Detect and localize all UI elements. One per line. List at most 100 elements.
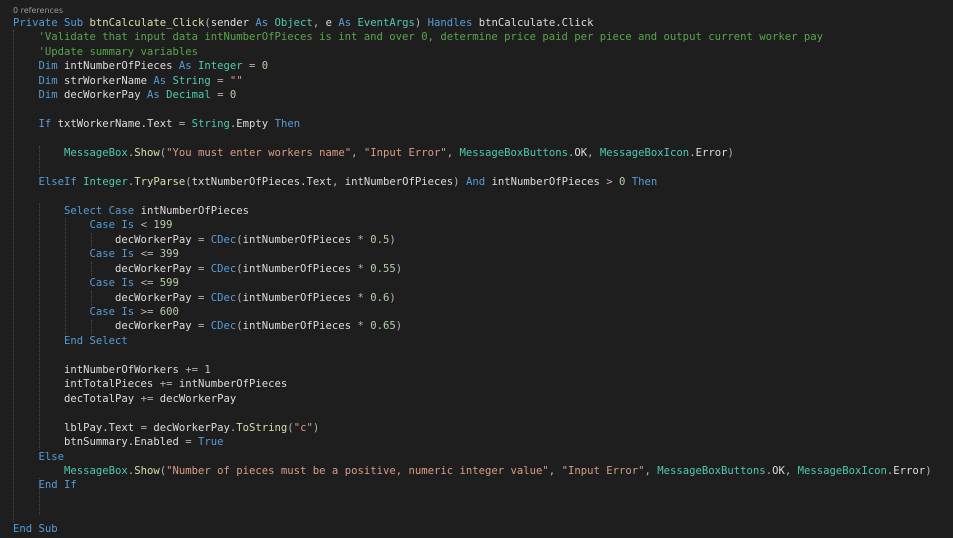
code-line[interactable]: Dim decWorkerPay As Decimal = 0 [0, 88, 953, 102]
code-token: MessageBoxIcon [599, 147, 690, 160]
code-token: TryParse [134, 175, 186, 188]
code-token: intNumberOfPieces [64, 60, 179, 73]
code-line[interactable]: decWorkerPay = CDec(intNumberOfPieces * … [0, 233, 953, 247]
code-token: Show [134, 464, 160, 477]
code-token: sender [210, 17, 256, 29]
code-token: String [191, 118, 230, 131]
code-token: = [197, 320, 211, 333]
code-token: = [217, 89, 230, 102]
code-line[interactable]: If txtWorkerName.Text = String.Empty The… [0, 117, 953, 131]
code-token: intNumberOfWorkers [13, 363, 186, 376]
code-token: btnSummary.Enabled [13, 436, 186, 449]
code-token: Integer [83, 175, 128, 188]
code-token: ) [414, 17, 428, 29]
code-token: CDec [210, 262, 237, 275]
code-line[interactable]: Case Is <= 599 [0, 276, 953, 290]
code-line[interactable]: ElseIf Integer.TryParse(txtNumberOfPiece… [0, 175, 953, 189]
code-line[interactable]: Dim intNumberOfPieces As Integer = 0 [0, 59, 953, 73]
code-line[interactable]: decWorkerPay = CDec(intNumberOfPieces * … [0, 262, 953, 276]
code-token: = [249, 60, 262, 73]
code-token: CDec [210, 320, 237, 333]
code-line[interactable] [0, 189, 953, 203]
code-line[interactable]: intNumberOfWorkers += 1 [0, 363, 953, 377]
code-line[interactable]: MessageBox.Show("Number of pieces must b… [0, 464, 953, 478]
code-token: 600 [159, 306, 179, 318]
code-line[interactable]: Case Is >= 600 [0, 305, 953, 319]
code-line[interactable] [0, 507, 953, 521]
code-token: 0.5 [370, 233, 390, 246]
code-token: MessageBoxButtons [459, 147, 568, 160]
code-line[interactable]: decWorkerPay = CDec(intNumberOfPieces * … [0, 319, 953, 333]
code-token: = [217, 74, 230, 87]
code-token: 0 [229, 89, 237, 102]
code-token: Case Is [13, 277, 141, 290]
code-token: If [13, 118, 58, 131]
code-token: ) [312, 421, 320, 434]
code-line[interactable]: Else [0, 450, 953, 464]
code-line[interactable]: Select Case intNumberOfPieces [0, 204, 953, 218]
code-token: 'Update summary variables [13, 45, 198, 58]
code-token: 1 [204, 363, 211, 376]
code-token: decWorkerPay [153, 421, 230, 434]
code-token: Case Is [13, 248, 141, 261]
code-line[interactable]: 'Validate that input data intNumberOfPie… [0, 30, 953, 44]
code-token: * [357, 233, 371, 246]
code-token: = [197, 262, 211, 275]
code-token: "Input Error" [561, 464, 645, 477]
code-token: EventArgs [357, 17, 415, 29]
code-line[interactable] [0, 132, 953, 146]
code-token: OK [574, 147, 588, 160]
code-line[interactable]: Dim strWorkerName As String = "" [0, 74, 953, 88]
code-token: CDec [210, 291, 237, 304]
code-line[interactable]: decWorkerPay = CDec(intNumberOfPieces * … [0, 291, 953, 305]
code-token: Else [13, 450, 65, 463]
code-line[interactable]: lblPay.Text = decWorkerPay.ToString("c") [0, 421, 953, 435]
code-token: "You must enter workers name" [166, 147, 352, 160]
code-token: , [446, 147, 460, 160]
code-line[interactable] [0, 103, 953, 117]
code-token: decWorkerPay [13, 262, 198, 275]
code-line[interactable]: End If [0, 478, 953, 492]
code-token: intNumberOfPieces [242, 291, 358, 304]
code-line[interactable] [0, 161, 953, 175]
code-line[interactable] [0, 406, 953, 420]
code-line[interactable]: decTotalPay += decWorkerPay [0, 392, 953, 406]
code-token: intNumberOfPieces [242, 320, 358, 333]
code-line[interactable]: Private Sub btnCalculate_Click(sender As… [0, 16, 953, 30]
code-token: As [255, 17, 275, 29]
codelens-references[interactable]: 0 references [13, 6, 63, 16]
code-token: "Number of pieces must be a positive, nu… [166, 464, 549, 477]
code-token: MessageBox [13, 147, 128, 160]
code-line[interactable]: End Select [0, 334, 953, 348]
code-token: 0.55 [370, 262, 396, 275]
code-line[interactable]: MessageBox.Show("You must enter workers … [0, 146, 953, 160]
code-token: = [140, 421, 154, 434]
code-token: MessageBoxButtons [657, 464, 766, 477]
code-line[interactable]: btnSummary.Enabled = True [0, 435, 953, 449]
code-token: 0 [261, 60, 269, 73]
code-token: Dim [13, 60, 65, 73]
code-line[interactable]: Case Is <= 399 [0, 247, 953, 261]
code-token: End Select [13, 334, 128, 347]
code-token: , [784, 464, 798, 477]
code-line[interactable]: intTotalPieces += intNumberOfPieces [0, 377, 953, 391]
code-line[interactable] [0, 348, 953, 362]
code-editor[interactable]: 0 references Private Sub btnCalculate_Cl… [0, 0, 953, 538]
code-token: Select Case [13, 204, 141, 217]
code-line[interactable] [0, 493, 953, 507]
code-token: Then [631, 175, 658, 188]
code-token: decTotalPay [13, 392, 141, 405]
code-token: MessageBoxIcon [797, 464, 887, 477]
code-token: = [197, 291, 211, 304]
code-token: btnCalculate.Click [478, 17, 594, 29]
code-token: "" [229, 74, 243, 87]
code-token: Dim [13, 89, 65, 102]
code-token: OK [772, 464, 785, 477]
code-token: As [338, 17, 358, 29]
code-token: ElseIf [13, 175, 84, 188]
code-token: As [146, 89, 167, 102]
code-line[interactable]: 'Update summary variables [0, 45, 953, 59]
code-token: * [357, 262, 371, 275]
code-line[interactable]: End Sub [0, 522, 953, 536]
code-line[interactable]: Case Is < 199 [0, 218, 953, 232]
